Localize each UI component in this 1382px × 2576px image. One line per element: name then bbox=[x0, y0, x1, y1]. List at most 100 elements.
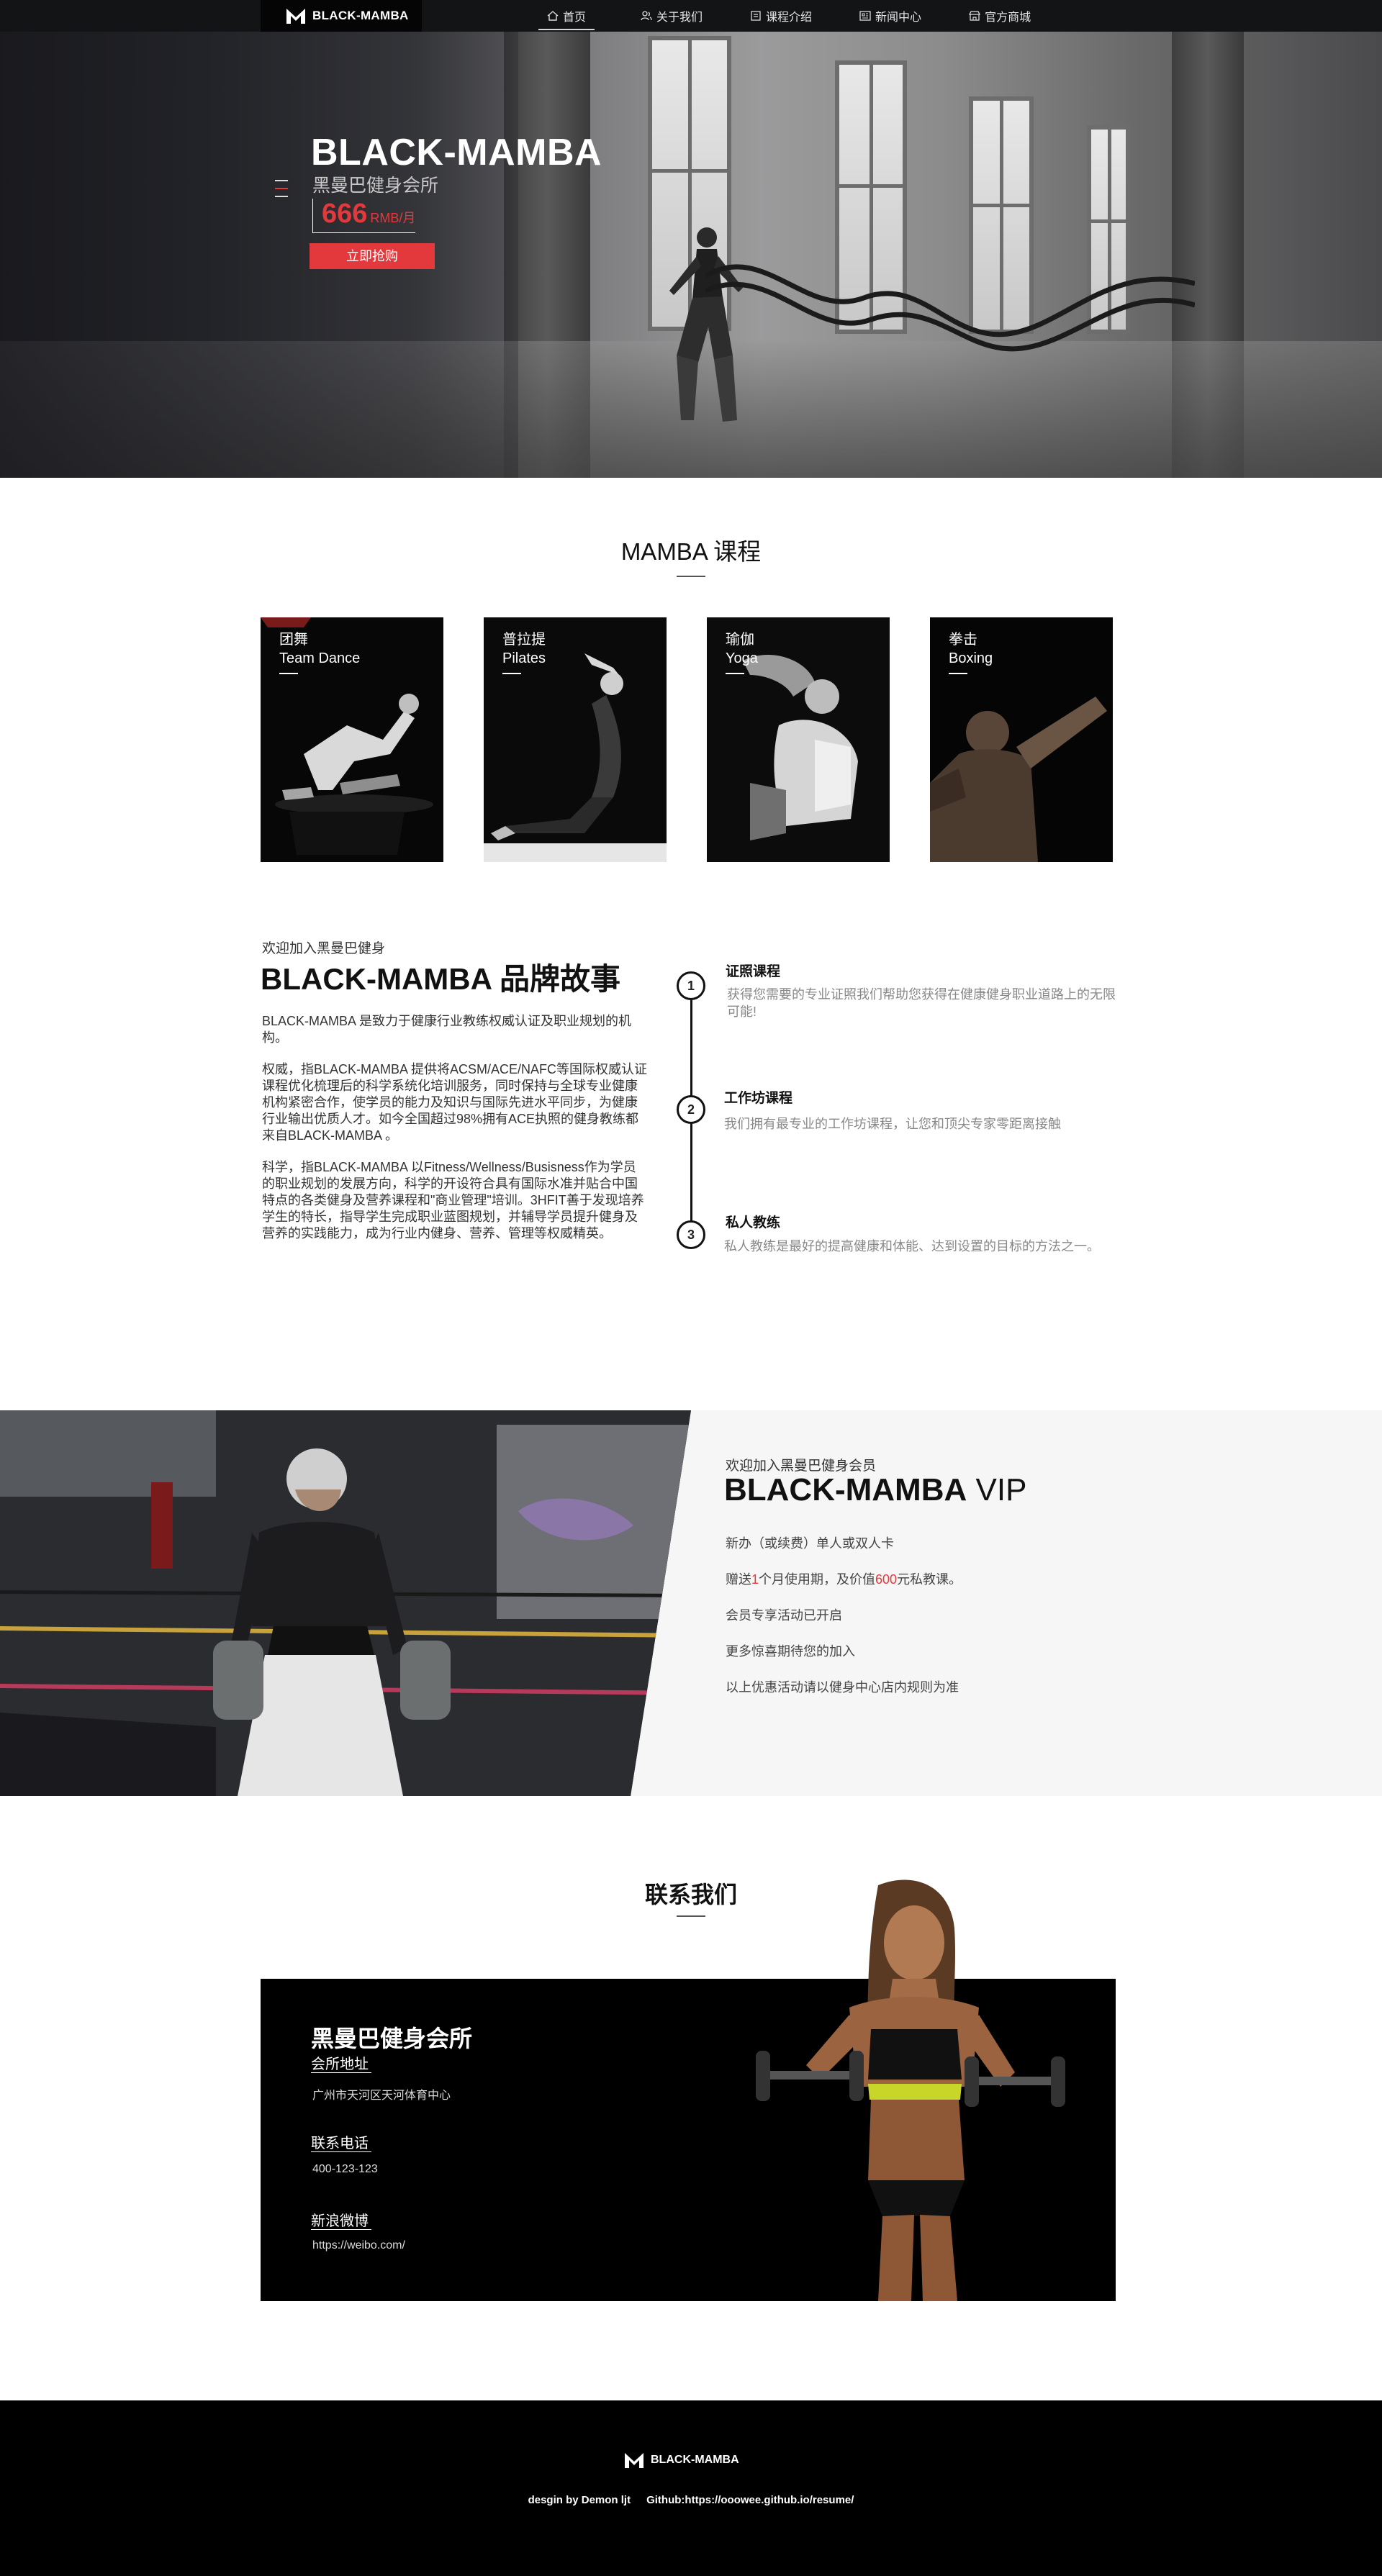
users-icon bbox=[641, 11, 652, 21]
course-card-team-dance[interactable]: 团舞 Team Dance bbox=[261, 617, 443, 862]
story-welcome: 欢迎加入黑曼巴健身 bbox=[262, 941, 386, 956]
vip-benefit-item: 新办（或续费）单人或双人卡 bbox=[726, 1536, 894, 1551]
vip-title-brand: BLACK-MAMBA bbox=[724, 1472, 967, 1507]
footer bbox=[0, 2400, 1382, 2576]
weibo-link[interactable]: https://weibo.com/ bbox=[312, 2239, 405, 2252]
nav-item-courses[interactable]: 课程介绍 bbox=[741, 0, 821, 32]
footer-design-credit: desgin by Demon ljt bbox=[528, 2494, 631, 2506]
top-navbar: BLACK-MAMBA 首页 关于我们 课程介绍 新闻中心 官方商城 bbox=[0, 0, 1382, 32]
timeline-title: 工作坊课程 bbox=[724, 1091, 793, 1106]
vip-benefit-item: 以上优惠活动请以健身中心店内规则为准 bbox=[726, 1680, 959, 1695]
timeline-text: 我们拥有最专业的工作坊课程，让您和顶尖专家零距离接触 bbox=[724, 1117, 1061, 1131]
story-body: BLACK-MAMBA 是致力于健康行业教练权威认证及职业规划的机构。 权威，指… bbox=[262, 1013, 648, 1257]
nav-menu: 首页 关于我们 课程介绍 新闻中心 官方商城 bbox=[538, 0, 1039, 32]
hero-price: 666 RMB/月 bbox=[312, 199, 416, 233]
nav-item-home[interactable]: 首页 bbox=[538, 0, 595, 32]
timeline-title: 证照课程 bbox=[726, 964, 781, 979]
nav-item-news-label: 新闻中心 bbox=[875, 12, 922, 24]
nav-item-shop[interactable]: 官方商城 bbox=[960, 0, 1039, 32]
phone-value: 400-123-123 bbox=[312, 2163, 378, 2175]
vip-title: BLACK-MAMBA VIP bbox=[724, 1472, 1026, 1508]
course-card-pilates[interactable]: 普拉提 Pilates bbox=[484, 617, 667, 862]
vip-text: 元私教课。 bbox=[897, 1572, 962, 1587]
news-icon bbox=[859, 11, 871, 21]
book-icon bbox=[751, 11, 761, 21]
hero-title: BLACK-MAMBA bbox=[311, 132, 602, 173]
story-title: BLACK-MAMBA 品牌故事 bbox=[261, 962, 621, 996]
contact-title-underline bbox=[677, 1915, 705, 1917]
course-name-cn: 瑜伽 bbox=[726, 632, 754, 648]
buy-now-button[interactable]: 立即抢购 bbox=[310, 243, 435, 269]
mamba-logo-icon bbox=[625, 2453, 643, 2468]
address-value: 广州市天河区天河体育中心 bbox=[312, 2090, 451, 2102]
hero-menu-lines bbox=[275, 180, 289, 204]
nav-item-home-label: 首页 bbox=[563, 12, 587, 24]
course-underline bbox=[949, 673, 967, 674]
label-underline bbox=[311, 2072, 371, 2073]
course-name-cn: 拳击 bbox=[949, 632, 977, 648]
mamba-logo-icon bbox=[286, 9, 305, 24]
footer-credit: desgin by Demon ljt Github:https://ooowee… bbox=[0, 2494, 1382, 2506]
vip-title-suffix: VIP bbox=[967, 1472, 1027, 1507]
hero-dark-overlay bbox=[0, 32, 518, 478]
nav-item-shop-label: 官方商城 bbox=[985, 12, 1031, 24]
shop-icon bbox=[969, 11, 981, 21]
vip-text: 赠送 bbox=[726, 1572, 751, 1587]
course-underline bbox=[726, 673, 744, 674]
timeline-text: 获得您需要的专业证照我们帮助您获得在健康健身职业道路上的无限可能! bbox=[727, 987, 1116, 1019]
story-paragraph: BLACK-MAMBA 是致力于健康行业教练权威认证及职业规划的机构。 bbox=[262, 1014, 632, 1045]
footer-github-link[interactable]: Github:https://ooowee.github.io/resume/ bbox=[646, 2494, 854, 2506]
hero-price-value: 666 bbox=[322, 199, 368, 229]
nav-item-about[interactable]: 关于我们 bbox=[632, 0, 711, 32]
course-card-boxing[interactable]: 拳击 Boxing bbox=[930, 617, 1113, 862]
course-name: 瑜伽 Yoga bbox=[726, 630, 758, 668]
address-label: 会所地址 bbox=[311, 2056, 369, 2072]
weibo-label: 新浪微博 bbox=[311, 2213, 369, 2229]
nav-item-news[interactable]: 新闻中心 bbox=[851, 0, 930, 32]
timeline-step-2: 2 bbox=[677, 1095, 705, 1124]
hero-battle-rope bbox=[705, 264, 1195, 352]
courses-title-underline bbox=[677, 576, 705, 577]
club-name: 黑曼巴健身会所 bbox=[311, 2026, 473, 2051]
vip-benefits-list: 新办（或续费）单人或双人卡 赠送1个月使用期，及价值600元私教课。 会员专享活… bbox=[726, 1533, 962, 1713]
story-paragraph: 科学，指BLACK-MAMBA 以Fitness/Wellness/Busisn… bbox=[262, 1160, 644, 1241]
timeline-step-1: 1 bbox=[677, 971, 705, 1000]
course-card-yoga[interactable]: 瑜伽 Yoga bbox=[707, 617, 890, 862]
course-name: 拳击 Boxing bbox=[949, 630, 993, 668]
vip-boxer-illustration bbox=[0, 1410, 691, 1796]
story-paragraph: 权威，指BLACK-MAMBA 提供将ACSM/ACE/NAFC等国际权威认证课… bbox=[262, 1062, 648, 1143]
hero-banner bbox=[0, 32, 1382, 478]
contact-fitness-woman-image bbox=[756, 1879, 1065, 2301]
contact-title: 联系我们 bbox=[644, 1882, 737, 1908]
vip-text: 个月使用期，及价值 bbox=[759, 1572, 876, 1587]
footer-logo[interactable]: BLACK-MAMBA bbox=[623, 2451, 739, 2470]
nav-logo-text: BLACK-MAMBA bbox=[312, 9, 409, 22]
timeline-title: 私人教练 bbox=[726, 1215, 781, 1230]
course-name-en: Team Dance bbox=[279, 650, 361, 666]
course-name: 普拉提 Pilates bbox=[502, 630, 546, 668]
course-name: 团舞 Team Dance bbox=[279, 630, 360, 668]
vip-highlight: 1 bbox=[751, 1572, 759, 1587]
vip-welcome: 欢迎加入黑曼巴健身会员 bbox=[726, 1459, 877, 1474]
course-underline bbox=[279, 673, 298, 674]
course-underline bbox=[502, 673, 521, 674]
nav-item-about-label: 关于我们 bbox=[656, 12, 703, 24]
footer-logo-text: BLACK-MAMBA bbox=[651, 2454, 739, 2466]
label-underline bbox=[311, 2229, 371, 2230]
course-name-en: Pilates bbox=[502, 650, 546, 666]
nav-logo[interactable]: BLACK-MAMBA bbox=[261, 0, 422, 32]
vip-boxer-image bbox=[0, 1410, 691, 1796]
course-name-en: Boxing bbox=[949, 650, 993, 666]
vip-benefit-item: 会员专享活动已开启 bbox=[726, 1608, 842, 1623]
hero-subtitle: 黑曼巴健身会所 bbox=[312, 176, 439, 196]
home-icon bbox=[547, 11, 559, 21]
vip-benefit-item: 更多惊喜期待您的加入 bbox=[726, 1644, 855, 1659]
vip-benefit-item: 赠送1个月使用期，及价值600元私教课。 bbox=[726, 1569, 962, 1605]
course-name-en: Yoga bbox=[726, 650, 758, 666]
course-name-cn: 团舞 bbox=[279, 632, 308, 648]
timeline-step-3: 3 bbox=[677, 1220, 705, 1249]
vip-highlight: 600 bbox=[875, 1572, 898, 1587]
timeline-text: 私人教练是最好的提高健康和体能、达到设置的目标的方法之一。 bbox=[724, 1239, 1100, 1253]
hero-price-unit: RMB/月 bbox=[370, 211, 416, 225]
course-name-cn: 普拉提 bbox=[502, 632, 546, 648]
